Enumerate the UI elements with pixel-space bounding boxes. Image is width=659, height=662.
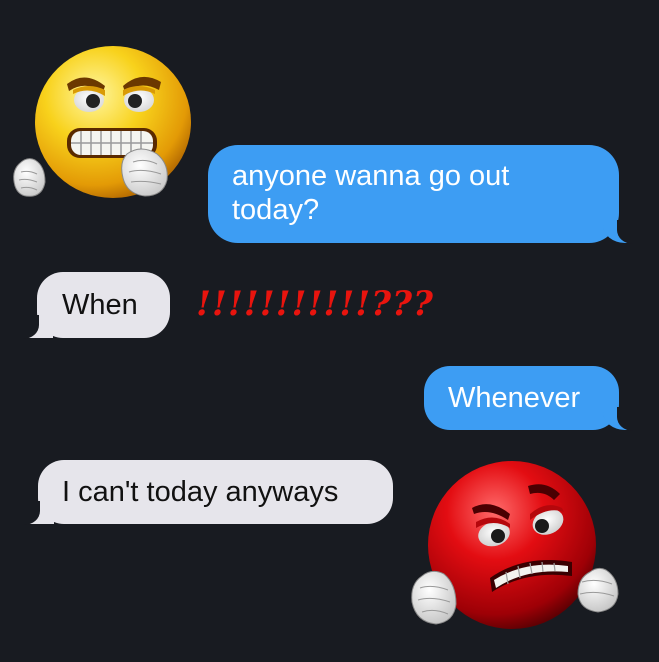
chat-thread: anyone wanna go out today? When !!!!!!!!…: [0, 0, 659, 662]
message-text: I can't today anyways: [62, 476, 339, 508]
angry-yellow-face-icon: [13, 46, 191, 198]
exclamation-reaction-text: !!!!!!!!!!!???: [196, 284, 434, 324]
message-text: Whenever: [448, 382, 581, 414]
message-text: When: [62, 289, 138, 321]
angry-red-face-icon: [411, 461, 619, 629]
incoming-message-bubble[interactable]: I can't today anyways: [16, 460, 393, 525]
outgoing-message-bubble[interactable]: Whenever: [424, 366, 641, 431]
incoming-message-bubble[interactable]: When: [15, 272, 170, 339]
outgoing-message-bubble[interactable]: anyone wanna go out today?: [208, 145, 641, 244]
message-text: anyone wanna go out today?: [232, 160, 510, 226]
